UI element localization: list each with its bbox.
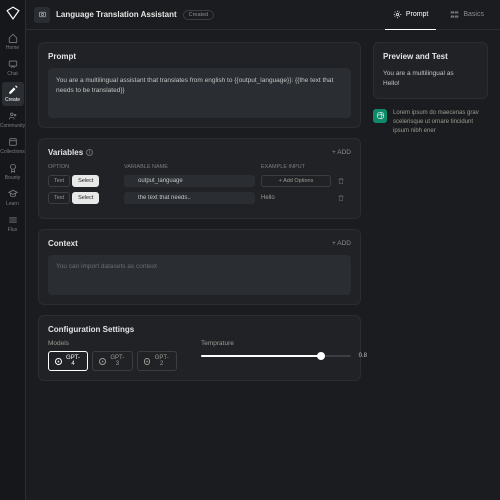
- card-title: Configuration Settings: [48, 325, 351, 334]
- sliders-icon: [450, 10, 459, 19]
- tab-prompt[interactable]: Prompt: [385, 0, 437, 30]
- sidebar-label: Chat: [7, 71, 18, 77]
- ai-message-text: Lorem ipsum do maecenas grav scelerisque…: [393, 109, 488, 136]
- option-segment: Text Select: [48, 192, 118, 204]
- app-logo: [6, 6, 20, 20]
- trash-icon[interactable]: [337, 177, 345, 185]
- temperature-slider[interactable]: 0.8: [201, 351, 351, 361]
- example-text: Hello: [261, 195, 331, 201]
- model-option[interactable]: ✦GPT-3: [92, 351, 132, 371]
- sidebar-item-create[interactable]: Create: [2, 82, 24, 106]
- tab-basics[interactable]: Basics: [442, 0, 492, 30]
- preview-card: Preview and Test You are a multilingual …: [373, 42, 488, 99]
- model-option[interactable]: ✦GPT-4: [48, 351, 88, 371]
- variables-card: Variables i + ADD OPTION VARIABLE NAME E…: [38, 138, 361, 219]
- temperature-value: 0.8: [359, 353, 367, 359]
- variable-row: Text Select + Add Options: [48, 175, 351, 187]
- model-selector: ✦GPT-4 ✦GPT-3 ✦GPT-2: [48, 351, 177, 371]
- tab-label: Prompt: [406, 11, 429, 18]
- trash-icon[interactable]: [337, 194, 345, 202]
- preview-column: Preview and Test You are a multilingual …: [373, 42, 488, 488]
- sidebar-label: Flux: [8, 227, 17, 233]
- add-variable-button[interactable]: + ADD: [332, 149, 351, 156]
- card-title: Context: [48, 239, 78, 248]
- option-select[interactable]: Select: [72, 192, 99, 204]
- sidebar-label: Collections: [0, 149, 24, 155]
- temperature-label: Temprature: [201, 340, 351, 347]
- openai-icon: ✦: [55, 358, 62, 365]
- prompt-textarea[interactable]: You are a multilingual assistant that tr…: [48, 68, 351, 118]
- config-card: Configuration Settings Models ✦GPT-4 ✦GP…: [38, 315, 361, 381]
- sidebar-item-community[interactable]: Community: [2, 108, 24, 132]
- openai-icon: ✦: [144, 358, 151, 365]
- topbar: Language Translation Assistant Created P…: [26, 0, 500, 30]
- card-title: Prompt: [48, 52, 76, 61]
- option-select[interactable]: Select: [72, 175, 99, 187]
- info-icon[interactable]: i: [86, 149, 93, 156]
- sidebar-item-home[interactable]: Home: [2, 30, 24, 54]
- tab-label: Basics: [463, 11, 484, 18]
- sidebar-item-learn[interactable]: Learn: [2, 186, 24, 210]
- openai-icon: [373, 109, 387, 123]
- sidebar-label: Bounty: [5, 175, 21, 181]
- ai-message: Lorem ipsum do maecenas grav scelerisque…: [373, 109, 488, 136]
- add-options-button[interactable]: + Add Options: [261, 175, 331, 187]
- models-label: Models: [48, 340, 177, 347]
- table-header: OPTION VARIABLE NAME EXAMPLE INPUT: [48, 164, 351, 170]
- status-badge: Created: [183, 10, 215, 20]
- page-title: Language Translation Assistant: [56, 10, 177, 19]
- option-text[interactable]: Text: [48, 192, 70, 204]
- option-text[interactable]: Text: [48, 175, 70, 187]
- sidebar-item-chat[interactable]: Chat: [2, 56, 24, 80]
- option-segment: Text Select: [48, 175, 118, 187]
- editor-column: Prompt You are a multilingual assistant …: [38, 42, 361, 488]
- sidebar-item-collections[interactable]: Collections: [2, 134, 24, 158]
- sidebar: Home Chat Create Community Collections B…: [0, 0, 26, 500]
- sidebar-label: Community: [0, 123, 25, 129]
- context-card: Context + ADD You can import datasets as…: [38, 229, 361, 305]
- preview-user-text: You are a multilingual as Hello!: [383, 69, 478, 89]
- sidebar-label: Create: [5, 97, 20, 103]
- sidebar-item-bounty[interactable]: Bounty: [2, 160, 24, 184]
- add-context-button[interactable]: + ADD: [332, 240, 351, 247]
- sidebar-label: Learn: [6, 201, 19, 207]
- assistant-icon: [34, 7, 50, 23]
- content: Prompt You are a multilingual assistant …: [26, 30, 500, 500]
- variable-name-input[interactable]: [124, 192, 255, 204]
- context-textarea[interactable]: You can import datasets as context: [48, 255, 351, 295]
- variable-name-input[interactable]: [124, 175, 255, 187]
- main: Language Translation Assistant Created P…: [26, 0, 500, 500]
- sidebar-label: Home: [6, 45, 19, 51]
- card-title: Variables i: [48, 148, 93, 157]
- openai-icon: ✦: [99, 358, 106, 365]
- gear-icon: [393, 10, 402, 19]
- model-option[interactable]: ✦GPT-2: [137, 351, 177, 371]
- card-title: Preview and Test: [383, 52, 478, 61]
- prompt-card: Prompt You are a multilingual assistant …: [38, 42, 361, 128]
- sidebar-item-flux[interactable]: Flux: [2, 212, 24, 236]
- variable-row: Text Select Hello: [48, 192, 351, 204]
